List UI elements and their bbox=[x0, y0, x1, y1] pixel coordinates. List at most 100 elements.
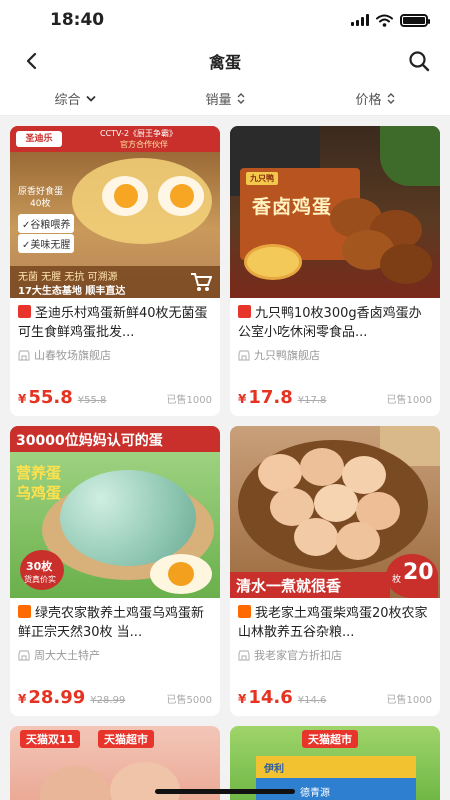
shop-row: 山春牧场旗舰店 bbox=[18, 347, 212, 363]
slogan: 清水一煮就很香 bbox=[236, 577, 342, 595]
sort-bar: 综合 销量 价格 bbox=[0, 82, 450, 116]
sort-updown-icon bbox=[387, 93, 394, 104]
currency-symbol: ¥ bbox=[238, 392, 247, 406]
bottom-line1: 无菌 无腥 无抗 可溯源 bbox=[18, 272, 118, 283]
sold-count: 已售1000 bbox=[166, 395, 212, 406]
sort-updown-icon bbox=[237, 93, 244, 104]
bottom-line2: 17大生态基地 顺丰直达 bbox=[18, 286, 126, 297]
product-info: 圣迪乐村鸡蛋新鲜40枚无菌蛋可生食鲜鸡蛋批发... 山春牧场旗舰店 ¥55.8 … bbox=[10, 298, 220, 416]
price: ¥14.6 bbox=[238, 687, 293, 708]
shop-name: 我老家官方折扣店 bbox=[254, 649, 342, 662]
currency-symbol: ¥ bbox=[238, 692, 247, 706]
tmall-badge-icon bbox=[18, 305, 31, 318]
sort-label: 销量 bbox=[205, 93, 232, 108]
price: ¥28.99 bbox=[18, 687, 85, 708]
back-button[interactable] bbox=[16, 46, 46, 76]
original-price: ¥14.6 bbox=[297, 695, 327, 706]
page-title: 禽蛋 bbox=[208, 53, 241, 72]
product-title: 我老家土鸡蛋柴鸡蛋20枚农家山林散养五谷杂粮... bbox=[238, 606, 428, 640]
tag-taste: ✓美味无腥 bbox=[18, 234, 75, 253]
tag-grain: ✓谷粮喂养 bbox=[18, 214, 75, 233]
sort-comprehensive[interactable]: 综合 bbox=[0, 82, 150, 115]
product-card[interactable]: 清水一煮就很香 枚 20 我老家土鸡蛋柴鸡蛋20枚农家山林散养五谷杂粮... 我… bbox=[230, 426, 440, 716]
product-title: 九只鸭10枚300g香卤鸡蛋办公室小吃休闲零食品... bbox=[238, 306, 422, 340]
wifi-icon bbox=[376, 14, 393, 27]
tmall-supermarket-tag: 天猫超市 bbox=[98, 730, 154, 748]
product-title-wrap: 圣迪乐村鸡蛋新鲜40枚无菌蛋可生食鲜鸡蛋批发... bbox=[18, 304, 212, 342]
product-title-wrap: 九只鸭10枚300g香卤鸡蛋办公室小吃休闲零食品... bbox=[238, 304, 432, 342]
price-value: 14.6 bbox=[248, 687, 293, 708]
battery-icon bbox=[400, 13, 430, 27]
price-value: 17.8 bbox=[248, 387, 293, 408]
box-brand2: 德青源 bbox=[300, 788, 330, 799]
price-row: ¥17.8 ¥17.8 已售1000 bbox=[238, 387, 432, 408]
product-title: 圣迪乐村鸡蛋新鲜40枚无菌蛋可生食鲜鸡蛋批发... bbox=[18, 306, 208, 340]
search-icon bbox=[409, 51, 430, 72]
shop-row: 我老家官方折扣店 bbox=[238, 647, 432, 663]
search-button[interactable] bbox=[404, 46, 434, 76]
price-row: ¥55.8 ¥55.8 已售1000 bbox=[18, 387, 212, 408]
status-icons bbox=[351, 13, 430, 27]
product-title-wrap: 我老家土鸡蛋柴鸡蛋20枚农家山林散养五谷杂粮... bbox=[238, 604, 432, 642]
taobao-badge-icon bbox=[18, 605, 31, 618]
price: ¥17.8 bbox=[238, 387, 293, 408]
count-line2: 货真价实 bbox=[24, 575, 56, 584]
sold-count: 已售5000 bbox=[166, 695, 212, 706]
shop-name: 山春牧场旗舰店 bbox=[34, 349, 111, 362]
price-value: 55.8 bbox=[28, 387, 73, 408]
store-icon bbox=[18, 649, 30, 661]
product-image: 九只鸭 香卤鸡蛋 bbox=[230, 126, 440, 298]
shop-row: 九只鸭旗舰店 bbox=[238, 347, 432, 363]
product-card[interactable]: 圣迪乐 CCTV-2《厨王争霸》 官方合作伙伴 原香好食蛋 40枚 ✓谷粮喂养 … bbox=[10, 126, 220, 416]
price-value: 28.99 bbox=[28, 687, 86, 708]
tmall-supermarket-tag: 天猫超市 bbox=[302, 730, 358, 748]
product-image: 清水一煮就很香 枚 20 bbox=[230, 426, 440, 598]
box-brand1: 伊利 bbox=[264, 764, 284, 775]
price: ¥55.8 bbox=[18, 387, 73, 408]
currency-symbol: ¥ bbox=[18, 692, 27, 706]
left-line2: 乌鸡蛋 bbox=[16, 484, 62, 502]
shop-name: 周大大土特产 bbox=[34, 649, 100, 662]
count-number: 20 bbox=[403, 560, 434, 585]
taobao-badge-icon bbox=[238, 605, 251, 618]
promo-tag: 天猫双11 bbox=[20, 730, 81, 748]
product-card[interactable]: 30000位妈妈认可的蛋 营养蛋 乌鸡蛋 30枚 货真价实 绿壳农家散养土鸡蛋乌… bbox=[10, 426, 220, 716]
shop-row: 周大大土特产 bbox=[18, 647, 212, 663]
brand-logo: 圣迪乐 bbox=[16, 131, 62, 147]
shop-name: 九只鸭旗舰店 bbox=[254, 349, 320, 362]
original-price: ¥55.8 bbox=[77, 395, 107, 406]
currency-symbol: ¥ bbox=[18, 392, 27, 406]
raw-line2: 40枚 bbox=[30, 199, 51, 209]
sort-label: 价格 bbox=[355, 93, 382, 108]
sort-price[interactable]: 价格 bbox=[300, 82, 450, 115]
sort-label: 综合 bbox=[54, 93, 81, 108]
nav-bar: 禽蛋 bbox=[0, 40, 450, 82]
tmall-badge-icon bbox=[238, 305, 251, 318]
sold-count: 已售1000 bbox=[386, 395, 432, 406]
count-line1: 30枚 bbox=[26, 560, 53, 573]
back-arrow-icon bbox=[26, 52, 37, 70]
brand-logo: 九只鸭 bbox=[246, 172, 278, 185]
store-icon bbox=[238, 649, 250, 661]
product-image: 圣迪乐 CCTV-2《厨王争霸》 官方合作伙伴 原香好食蛋 40枚 ✓谷粮喂养 … bbox=[10, 126, 220, 298]
product-info: 绿壳农家散养土鸡蛋乌鸡蛋新鲜正宗天然30枚 当... 周大大土特产 ¥28.99… bbox=[10, 598, 220, 716]
sold-count: 已售1000 bbox=[386, 695, 432, 706]
product-title-wrap: 绿壳农家散养土鸡蛋乌鸡蛋新鲜正宗天然30枚 当... bbox=[18, 604, 212, 642]
sort-sales[interactable]: 销量 bbox=[150, 82, 300, 115]
partner-text: 官方合作伙伴 bbox=[120, 140, 168, 149]
chevron-down-icon bbox=[85, 95, 96, 102]
cart-icon bbox=[191, 273, 212, 291]
box-text: 香卤鸡蛋 bbox=[252, 196, 333, 218]
status-bar: 18:40 bbox=[0, 0, 450, 40]
product-info: 我老家土鸡蛋柴鸡蛋20枚农家山林散养五谷杂粮... 我老家官方折扣店 ¥14.6… bbox=[230, 598, 440, 716]
product-card[interactable]: 九只鸭 香卤鸡蛋 九只鸭10枚300g香卤鸡蛋办公室小吃休闲零食品... 九只鸭… bbox=[230, 126, 440, 416]
product-grid: 圣迪乐 CCTV-2《厨王争霸》 官方合作伙伴 原香好食蛋 40枚 ✓谷粮喂养 … bbox=[0, 116, 450, 800]
cctv-text: CCTV-2《厨王争霸》 bbox=[100, 129, 178, 138]
original-price: ¥17.8 bbox=[297, 395, 327, 406]
banner-text: 30000位妈妈认可的蛋 bbox=[16, 433, 163, 449]
signal-icon bbox=[351, 14, 369, 26]
original-price: ¥28.99 bbox=[90, 695, 126, 706]
product-image: 30000位妈妈认可的蛋 营养蛋 乌鸡蛋 30枚 货真价实 bbox=[10, 426, 220, 598]
status-time: 18:40 bbox=[50, 10, 105, 30]
count-unit: 枚 bbox=[392, 575, 402, 585]
